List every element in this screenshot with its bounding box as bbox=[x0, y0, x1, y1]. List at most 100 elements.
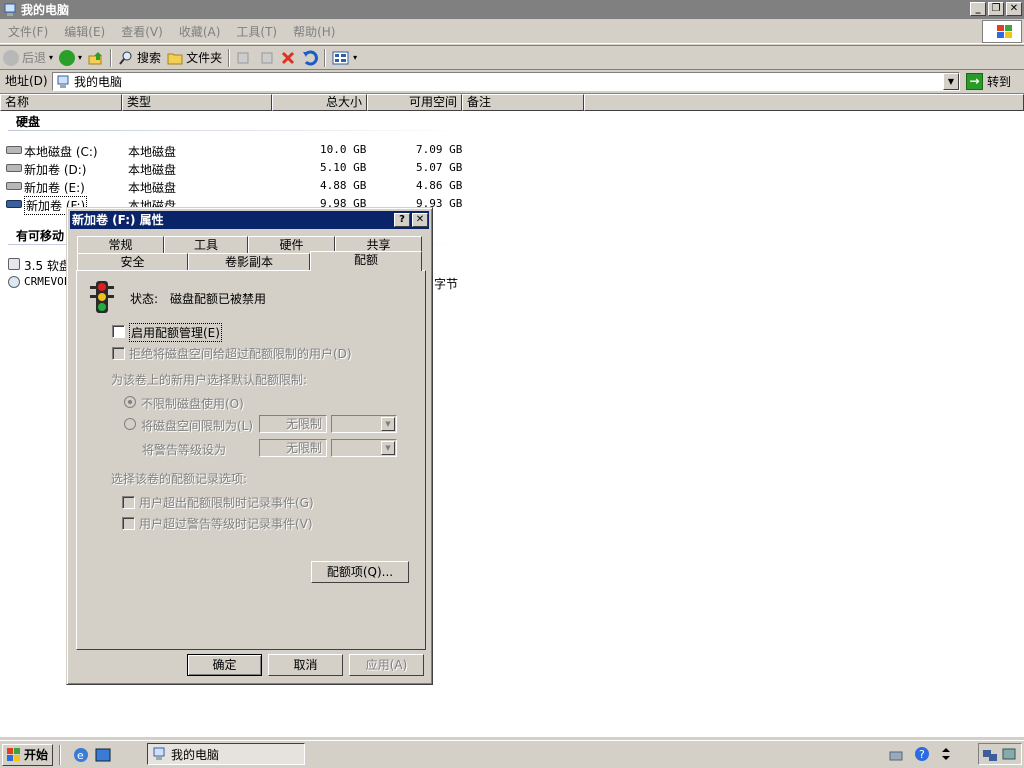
address-input[interactable]: 我的电脑 ▼ bbox=[52, 72, 960, 91]
tab-security[interactable]: 安全 bbox=[77, 253, 188, 271]
deny-space-checkbox[interactable] bbox=[112, 347, 125, 360]
tab-label: 硬件 bbox=[279, 238, 304, 252]
tab-shadow-copies[interactable]: 卷影副本 bbox=[188, 253, 310, 271]
network-status-icon[interactable] bbox=[982, 746, 998, 762]
svg-text:e: e bbox=[77, 749, 84, 762]
log-exceed-checkbox[interactable] bbox=[122, 496, 135, 509]
warn-value-field[interactable]: 无限制 bbox=[259, 439, 327, 457]
drive-name: 新加卷 (D:) bbox=[24, 163, 87, 177]
close-button[interactable]: ✕ bbox=[1006, 2, 1022, 16]
internet-explorer-icon[interactable]: e bbox=[72, 746, 90, 764]
drive-free: 7.09 GB bbox=[416, 143, 463, 156]
menu-view[interactable]: 查看(V) bbox=[113, 23, 171, 40]
column-comment[interactable]: 备注 bbox=[462, 94, 584, 111]
tray-app-icon[interactable] bbox=[1001, 746, 1017, 762]
ok-label: 确定 bbox=[212, 658, 237, 672]
back-label: 后退 bbox=[22, 51, 47, 65]
chevron-down-icon[interactable]: ▾ bbox=[353, 53, 357, 62]
tab-tools[interactable]: 工具 bbox=[164, 236, 248, 254]
ok-button[interactable]: 确定 bbox=[187, 654, 262, 676]
warn-unit-select[interactable]: ▼ bbox=[331, 439, 397, 457]
column-type[interactable]: 类型 bbox=[122, 94, 272, 111]
group-header-removable: 有可移动 bbox=[16, 229, 65, 243]
drive-free: 4.86 GB bbox=[416, 179, 463, 192]
quota-entries-button[interactable]: 配额项(Q)... bbox=[311, 561, 409, 583]
address-dropdown-button[interactable]: ▼ bbox=[943, 73, 959, 90]
network-icon[interactable] bbox=[888, 746, 904, 762]
enable-quota-checkbox[interactable] bbox=[112, 325, 125, 338]
start-button[interactable]: 开始 bbox=[2, 743, 54, 766]
warn-value: 无限制 bbox=[285, 441, 322, 455]
limit-to-radio[interactable] bbox=[124, 418, 136, 430]
drive-row[interactable]: 新加卷 (D:) 本地磁盘 5.10 GB 5.07 GB bbox=[0, 159, 470, 177]
task-label: 我的电脑 bbox=[171, 747, 220, 762]
quota-entries-label: 配额项(Q)... bbox=[326, 565, 394, 579]
column-headers: 名称 类型 总大小 可用空间 备注 bbox=[0, 94, 1024, 111]
up-folder-button[interactable] bbox=[85, 47, 107, 69]
standard-toolbar: 后退 ▾ ▾ 搜索 文件夹 ▾ bbox=[0, 45, 1024, 69]
log-options-header: 选择该卷的配额记录选项: bbox=[111, 472, 248, 486]
dialog-close-button[interactable]: ✕ bbox=[412, 213, 428, 227]
menu-favorites[interactable]: 收藏(A) bbox=[171, 23, 229, 40]
apply-button[interactable]: 应用(A) bbox=[349, 654, 424, 676]
cd-drive-icon bbox=[8, 276, 20, 288]
column-name[interactable]: 名称 bbox=[0, 94, 122, 111]
delete-button[interactable] bbox=[277, 47, 299, 69]
default-limit-header: 为该卷上的新用户选择默认配额限制: bbox=[111, 373, 308, 387]
minimize-button[interactable]: _ bbox=[970, 2, 986, 16]
window-titlebar[interactable]: 我的电脑 _ ❐ ✕ bbox=[0, 0, 1024, 19]
views-button[interactable]: ▾ bbox=[329, 47, 360, 69]
no-limit-radio[interactable] bbox=[124, 396, 136, 408]
start-label: 开始 bbox=[24, 748, 49, 762]
system-tray bbox=[978, 743, 1022, 765]
cancel-button[interactable]: 取消 bbox=[268, 654, 343, 676]
menu-file[interactable]: 文件(F) bbox=[0, 23, 56, 40]
enable-quota-label[interactable]: 启用配额管理(E) bbox=[129, 323, 222, 342]
help-icon[interactable]: ? bbox=[914, 746, 930, 762]
go-arrow-icon: → bbox=[966, 72, 983, 90]
taskbar-task-my-computer[interactable]: 我的电脑 bbox=[147, 743, 305, 765]
dialog-help-button[interactable]: ? bbox=[394, 213, 410, 227]
tab-label: 安全 bbox=[120, 255, 145, 269]
menu-tools[interactable]: 工具(T) bbox=[228, 23, 285, 40]
status-value: 磁盘配额已被禁用 bbox=[170, 292, 267, 306]
folder-icon bbox=[167, 53, 183, 64]
limit-unit-select[interactable]: ▼ bbox=[331, 415, 397, 433]
chevron-down-icon[interactable]: ▾ bbox=[78, 53, 82, 62]
column-total-size[interactable]: 总大小 bbox=[272, 94, 367, 111]
drive-row[interactable]: 新加卷 (E:) 本地磁盘 4.88 GB 4.86 GB bbox=[0, 177, 470, 195]
folders-label: 文件夹 bbox=[186, 51, 223, 65]
drive-type: 本地磁盘 bbox=[128, 145, 177, 159]
search-button[interactable]: 搜索 bbox=[115, 47, 164, 69]
drive-name: 新加卷 (E:) bbox=[24, 181, 85, 195]
status-label: 状态: bbox=[130, 292, 159, 306]
drive-size-suffix: 字节 bbox=[434, 277, 459, 291]
folders-button[interactable]: 文件夹 bbox=[164, 47, 225, 69]
back-button[interactable]: 后退 ▾ bbox=[0, 47, 56, 69]
chevron-down-icon[interactable]: ▾ bbox=[49, 53, 53, 62]
hard-drive-icon bbox=[6, 164, 22, 172]
limit-value-field[interactable]: 无限制 bbox=[259, 415, 327, 433]
copy-to-button[interactable] bbox=[255, 47, 277, 69]
dialog-titlebar[interactable]: 新加卷 (F:) 属性 bbox=[70, 211, 429, 229]
taskbar: 开始 e 我的电脑 ? bbox=[0, 740, 1024, 768]
show-desktop-icon[interactable] bbox=[94, 746, 112, 764]
up-folder-icon bbox=[88, 51, 103, 64]
menu-help[interactable]: 帮助(H) bbox=[285, 23, 343, 40]
undo-button[interactable] bbox=[299, 47, 321, 69]
move-to-button[interactable] bbox=[233, 47, 255, 69]
forward-button[interactable]: ▾ bbox=[56, 47, 85, 69]
search-icon bbox=[119, 51, 132, 65]
drive-row[interactable]: 本地磁盘 (C:) 本地磁盘 10.0 GB 7.09 GB bbox=[0, 141, 470, 159]
tab-quota[interactable]: 配额 bbox=[310, 251, 422, 271]
log-warn-checkbox[interactable] bbox=[122, 517, 135, 530]
my-computer-icon bbox=[57, 75, 69, 88]
drive-name: CRMEVOL bbox=[24, 275, 71, 288]
column-free-space[interactable]: 可用空间 bbox=[367, 94, 462, 111]
go-button[interactable]: → 转到 bbox=[966, 71, 1011, 91]
menu-edit[interactable]: 编辑(E) bbox=[56, 23, 113, 40]
tab-general[interactable]: 常规 bbox=[77, 236, 164, 254]
no-limit-label: 不限制磁盘使用(O) bbox=[141, 397, 244, 411]
tray-arrow-icon[interactable] bbox=[940, 746, 952, 762]
restore-button[interactable]: ❐ bbox=[988, 2, 1004, 16]
